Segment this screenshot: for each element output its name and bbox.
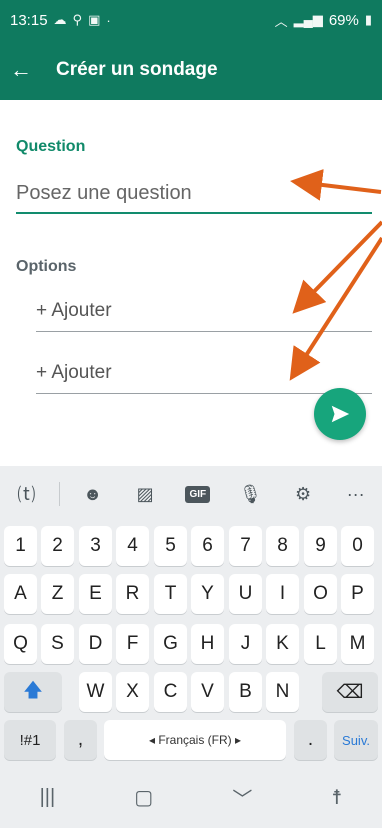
key-o[interactable]: O — [304, 574, 337, 614]
number-row: 1 2 3 4 5 6 7 8 9 0 — [0, 526, 382, 570]
comma-key[interactable]: , — [64, 720, 97, 760]
letter-row-1: A Z E R T Y U I O P — [0, 574, 382, 618]
shift-arrow-icon: 🡅 — [23, 680, 43, 701]
status-bar: 13:15 ☁ ⚲ ▣ · ︿ ▂▄▆ 69% ▮ — [0, 0, 382, 40]
question-input[interactable]: Posez une question — [16, 178, 372, 214]
backspace-icon: ⌫ — [336, 681, 364, 703]
key-g[interactable]: G — [154, 624, 187, 664]
key-k[interactable]: K — [266, 624, 299, 664]
key-x[interactable]: X — [116, 672, 149, 712]
key-8[interactable]: 8 — [266, 526, 299, 566]
status-time: 13:15 — [10, 11, 48, 29]
mic-icon[interactable]: 🎙 — [230, 474, 270, 514]
period-key[interactable]: . — [294, 720, 327, 760]
page-title: Créer un sondage — [56, 59, 218, 80]
keyboard-toolbar: ⒯ ☻ ▨ GIF 🎙 ⚙ ··· — [0, 466, 382, 522]
location-icon: ⚲ — [72, 12, 83, 27]
accessibility-icon[interactable]: ☨ — [331, 785, 342, 810]
key-h[interactable]: H — [191, 624, 224, 664]
key-v[interactable]: V — [191, 672, 224, 712]
bottom-row: !#1 , ◂ Français (FR) ▸ . Suiv. — [0, 720, 382, 764]
hide-keyboard-icon[interactable]: ﹀ — [232, 783, 252, 812]
space-key[interactable]: ◂ Français (FR) ▸ — [104, 720, 286, 760]
letter-row-2: Q S D F G H J K L M — [0, 624, 382, 668]
key-9[interactable]: 9 — [304, 526, 337, 566]
key-b[interactable]: B — [229, 672, 262, 712]
gif-icon[interactable]: GIF — [178, 474, 218, 514]
key-u[interactable]: U — [229, 574, 262, 614]
signal-icon: ▂▄▆ — [293, 12, 323, 27]
key-j[interactable]: J — [229, 624, 262, 664]
battery-percent: 69% — [328, 11, 359, 29]
emoji-icon[interactable]: ☻ — [73, 474, 113, 514]
cloud-icon: ☁ — [53, 12, 67, 27]
back-arrow-icon[interactable]: ← — [0, 40, 42, 100]
key-i[interactable]: I — [266, 574, 299, 614]
key-5[interactable]: 5 — [154, 526, 187, 566]
key-l[interactable]: L — [304, 624, 337, 664]
key-2[interactable]: 2 — [41, 526, 74, 566]
key-q[interactable]: Q — [4, 624, 37, 664]
key-w[interactable]: W — [79, 672, 112, 712]
key-6[interactable]: 6 — [191, 526, 224, 566]
send-button[interactable] — [314, 388, 366, 440]
letter-row-3: 🡅 W X C V B N ⌫ — [0, 672, 382, 716]
app-bar: ← Créer un sondage — [0, 40, 382, 100]
key-z[interactable]: Z — [41, 574, 74, 614]
key-s[interactable]: S — [41, 624, 74, 664]
backspace-key[interactable]: ⌫ — [322, 672, 378, 712]
more-icon[interactable]: ··· — [336, 474, 376, 514]
translate-icon[interactable]: ⒯ — [6, 474, 46, 514]
key-3[interactable]: 3 — [79, 526, 112, 566]
key-t[interactable]: T — [154, 574, 187, 614]
next-key[interactable]: Suiv. — [334, 720, 378, 760]
settings-icon[interactable]: ⚙ — [283, 474, 323, 514]
key-y[interactable]: Y — [191, 574, 224, 614]
options-label: Options — [16, 258, 77, 275]
key-1[interactable]: 1 — [4, 526, 37, 566]
key-e[interactable]: E — [79, 574, 112, 614]
key-m[interactable]: M — [341, 624, 374, 664]
key-f[interactable]: F — [116, 624, 149, 664]
option-input-2[interactable]: + Ajouter — [36, 362, 372, 394]
key-d[interactable]: D — [79, 624, 112, 664]
symbols-key[interactable]: !#1 — [4, 720, 56, 760]
key-0[interactable]: 0 — [341, 526, 374, 566]
key-c[interactable]: C — [154, 672, 187, 712]
key-r[interactable]: R — [116, 574, 149, 614]
send-icon — [331, 405, 350, 423]
key-n[interactable]: N — [266, 672, 299, 712]
dot-icon: · — [106, 12, 111, 28]
key-a[interactable]: A — [4, 574, 37, 614]
battery-icon: ▮ — [364, 12, 372, 27]
system-nav-bar: ||| ▢ ﹀ ☨ — [0, 766, 382, 828]
recent-apps-icon[interactable]: ||| — [40, 786, 56, 809]
question-label: Question — [16, 138, 86, 155]
shift-key[interactable]: 🡅 — [4, 672, 62, 712]
key-7[interactable]: 7 — [229, 526, 262, 566]
key-4[interactable]: 4 — [116, 526, 149, 566]
option-input-1[interactable]: + Ajouter — [36, 300, 372, 332]
wifi-icon: ︿ — [274, 13, 288, 29]
sticker-icon[interactable]: ▨ — [125, 474, 165, 514]
key-p[interactable]: P — [341, 574, 374, 614]
app-notification-icon: ▣ — [88, 12, 101, 27]
arrow-to-option-1 — [292, 220, 382, 314]
home-icon[interactable]: ▢ — [134, 785, 153, 810]
